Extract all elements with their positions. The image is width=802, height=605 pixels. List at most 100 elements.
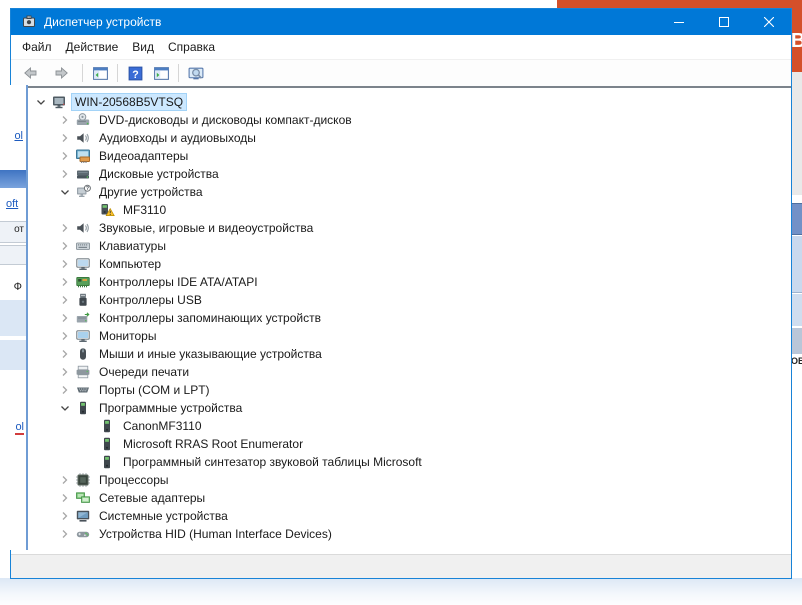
background-app-fragment-right-top: B	[791, 0, 802, 72]
chevron-collapsed-icon[interactable]	[57, 112, 73, 128]
device-manager-window: Диспетчер устройств Файл Действие Вид Сп…	[10, 8, 792, 579]
tree-item[interactable]: DVD-дисководы и дисководы компакт-дисков	[11, 111, 791, 129]
tree-item[interactable]: ? Другие устройства	[11, 183, 791, 201]
chevron-collapsed-icon[interactable]	[57, 220, 73, 236]
tree-item[interactable]: Программные устройства	[11, 399, 791, 417]
chevron-collapsed-icon[interactable]	[57, 148, 73, 164]
ide-controller-icon	[75, 274, 91, 290]
close-button[interactable]	[746, 9, 791, 35]
menu-action[interactable]: Действие	[59, 37, 126, 57]
background-block	[791, 203, 802, 235]
tree-item[interactable]: Аудиовходы и аудиовыходы	[11, 129, 791, 147]
background-app-fragment-left: ol oft от Ф ol	[0, 85, 28, 550]
maximize-button[interactable]	[701, 9, 746, 35]
chevron-collapsed-icon[interactable]	[57, 256, 73, 272]
tree-item[interactable]: Мониторы	[11, 327, 791, 345]
chevron-collapsed-icon[interactable]	[57, 130, 73, 146]
tree-item-label: Мыши и иные указывающие устройства	[99, 347, 322, 361]
background-block	[791, 328, 802, 354]
toolbar-separator	[117, 64, 118, 82]
chevron-expanded-icon[interactable]	[57, 400, 73, 416]
chevron-collapsed-icon[interactable]	[57, 472, 73, 488]
menu-help[interactable]: Справка	[161, 37, 222, 57]
tree-item[interactable]: Порты (COM и LPT)	[11, 381, 791, 399]
tree-item-label: Сетевые адаптеры	[99, 491, 206, 505]
printer-icon	[75, 364, 91, 380]
chevron-collapsed-icon[interactable]	[57, 328, 73, 344]
desktop-gradient	[0, 578, 802, 605]
tree-item[interactable]: Звуковые, игровые и видеоустройства	[11, 219, 791, 237]
scan-hardware-changes-icon[interactable]	[184, 62, 208, 84]
tree-item-label: Видеоадаптеры	[99, 149, 189, 163]
tree-item[interactable]: Дисковые устройства	[11, 165, 791, 183]
tree-item-label: Мониторы	[99, 329, 157, 343]
tree-item[interactable]: Системные устройства	[11, 507, 791, 525]
chevron-collapsed-icon[interactable]	[57, 238, 73, 254]
processor-icon	[75, 472, 91, 488]
tree-item[interactable]: WIN-20568B5VTSQ	[11, 93, 791, 111]
window-controls	[656, 9, 791, 35]
menu-bar: Файл Действие Вид Справка	[11, 35, 791, 60]
software-device-icon	[75, 400, 91, 416]
show-action-pane-icon[interactable]	[149, 62, 173, 84]
tree-item[interactable]: Видеоадаптеры	[11, 147, 791, 165]
monitor-icon	[75, 328, 91, 344]
tree-item-label: Дисковые устройства	[99, 167, 219, 181]
mouse-icon	[75, 346, 91, 362]
background-letter-fragment: B	[791, 30, 802, 52]
chevron-expanded-icon[interactable]	[57, 184, 73, 200]
chevron-collapsed-icon[interactable]	[57, 274, 73, 290]
back-icon[interactable]	[15, 62, 45, 84]
chevron-collapsed-icon[interactable]	[57, 166, 73, 182]
audio-icon	[75, 220, 91, 236]
tree-item[interactable]: Мыши и иные указывающие устройства	[11, 345, 791, 363]
show-console-tree-icon[interactable]	[88, 62, 112, 84]
no-chevron	[81, 436, 97, 452]
chevron-collapsed-icon[interactable]	[57, 310, 73, 326]
chevron-collapsed-icon[interactable]	[57, 526, 73, 542]
tree-item[interactable]: MF3110	[11, 201, 791, 219]
background-block	[791, 72, 802, 195]
chevron-collapsed-icon[interactable]	[57, 382, 73, 398]
tree-item[interactable]: Контроллеры USB	[11, 291, 791, 309]
tree-item-label: Другие устройства	[99, 185, 203, 199]
tree-item[interactable]: Microsoft RRAS Root Enumerator	[11, 435, 791, 453]
computer-icon	[51, 94, 67, 110]
background-block	[0, 340, 26, 370]
keyboard-icon	[75, 238, 91, 254]
tree-item[interactable]: Клавиатуры	[11, 237, 791, 255]
tree-item[interactable]: Контроллеры запоминающих устройств	[11, 309, 791, 327]
chevron-collapsed-icon[interactable]	[57, 346, 73, 362]
tree-item[interactable]: Программный синтезатор звуковой таблицы …	[11, 453, 791, 471]
menu-file[interactable]: Файл	[15, 37, 59, 57]
menu-view[interactable]: Вид	[125, 37, 161, 57]
tree-item[interactable]: Устройства HID (Human Interface Devices)	[11, 525, 791, 543]
window-title: Диспетчер устройств	[44, 15, 162, 29]
background-text-fragment: Ф	[13, 281, 22, 293]
chevron-collapsed-icon[interactable]	[57, 508, 73, 524]
software-device-icon	[99, 418, 115, 434]
tree-item[interactable]: Сетевые адаптеры	[11, 489, 791, 507]
tree-item[interactable]: Компьютер	[11, 255, 791, 273]
tree-item[interactable]: CanonMF3110	[11, 417, 791, 435]
chevron-expanded-icon[interactable]	[33, 94, 49, 110]
tree-item-label: Аудиовходы и аудиовыходы	[99, 131, 256, 145]
tree-item[interactable]: Контроллеры IDE ATA/ATAPI	[11, 273, 791, 291]
tree-item-label: Системные устройства	[99, 509, 228, 523]
help-icon[interactable]: ?	[123, 62, 147, 84]
tree-item[interactable]: Очереди печати	[11, 363, 791, 381]
forward-icon[interactable]	[47, 62, 77, 84]
tree-item[interactable]: Процессоры	[11, 471, 791, 489]
usb-controller-icon	[75, 292, 91, 308]
chevron-collapsed-icon[interactable]	[57, 292, 73, 308]
minimize-button[interactable]	[656, 9, 701, 35]
chevron-collapsed-icon[interactable]	[57, 364, 73, 380]
tree-item-label: Контроллеры USB	[99, 293, 202, 307]
software-device-icon	[99, 436, 115, 452]
chevron-collapsed-icon[interactable]	[57, 490, 73, 506]
tree-item-label: Контроллеры IDE ATA/ATAPI	[99, 275, 258, 289]
title-bar[interactable]: Диспетчер устройств	[11, 9, 791, 35]
tree-item-label: Устройства HID (Human Interface Devices)	[99, 527, 332, 541]
hid-device-icon	[75, 526, 91, 542]
no-chevron	[81, 418, 97, 434]
